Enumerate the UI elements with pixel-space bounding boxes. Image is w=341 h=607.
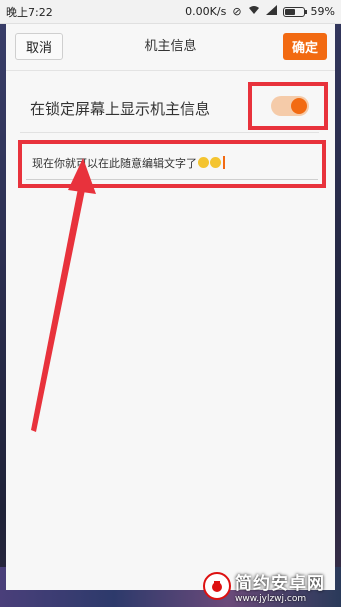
confirm-button[interactable]: 确定 xyxy=(283,33,327,60)
input-highlight-box xyxy=(18,140,326,188)
status-bar: 晚上7:22 0.00K/s ⊘ 59% xyxy=(0,0,341,24)
dialog-titlebar: 机主信息 取消 确定 xyxy=(6,24,335,71)
signal-icon xyxy=(265,5,277,18)
wifi-icon xyxy=(248,5,260,18)
android-logo-icon xyxy=(203,572,231,600)
watermark-url: www.jylzwj.com xyxy=(235,593,307,604)
status-time: 晚上7:22 xyxy=(6,5,53,19)
screen: 晚上7:22 0.00K/s ⊘ 59% 机主信息 取消 确定 在锁定屏幕上显示… xyxy=(0,0,341,607)
watermark: 简约安卓网 www.jylzwj.com xyxy=(203,569,335,604)
alarm-off-icon: ⊘ xyxy=(232,5,242,18)
battery-fill xyxy=(284,8,296,15)
battery-icon xyxy=(282,6,307,17)
watermark-title: 简约安卓网 xyxy=(235,573,325,594)
toggle-highlight-box xyxy=(248,82,328,130)
network-speed: 0.00K/s xyxy=(185,5,227,18)
cancel-button[interactable]: 取消 xyxy=(15,33,63,60)
battery-percent: 59% xyxy=(310,5,335,18)
lockscreen-owner-info-label: 在锁定屏幕上显示机主信息 xyxy=(30,100,211,118)
watermark-text: 简约安卓网 www.jylzwj.com xyxy=(235,569,325,604)
status-right: 0.00K/s ⊘ 59% xyxy=(185,5,335,18)
